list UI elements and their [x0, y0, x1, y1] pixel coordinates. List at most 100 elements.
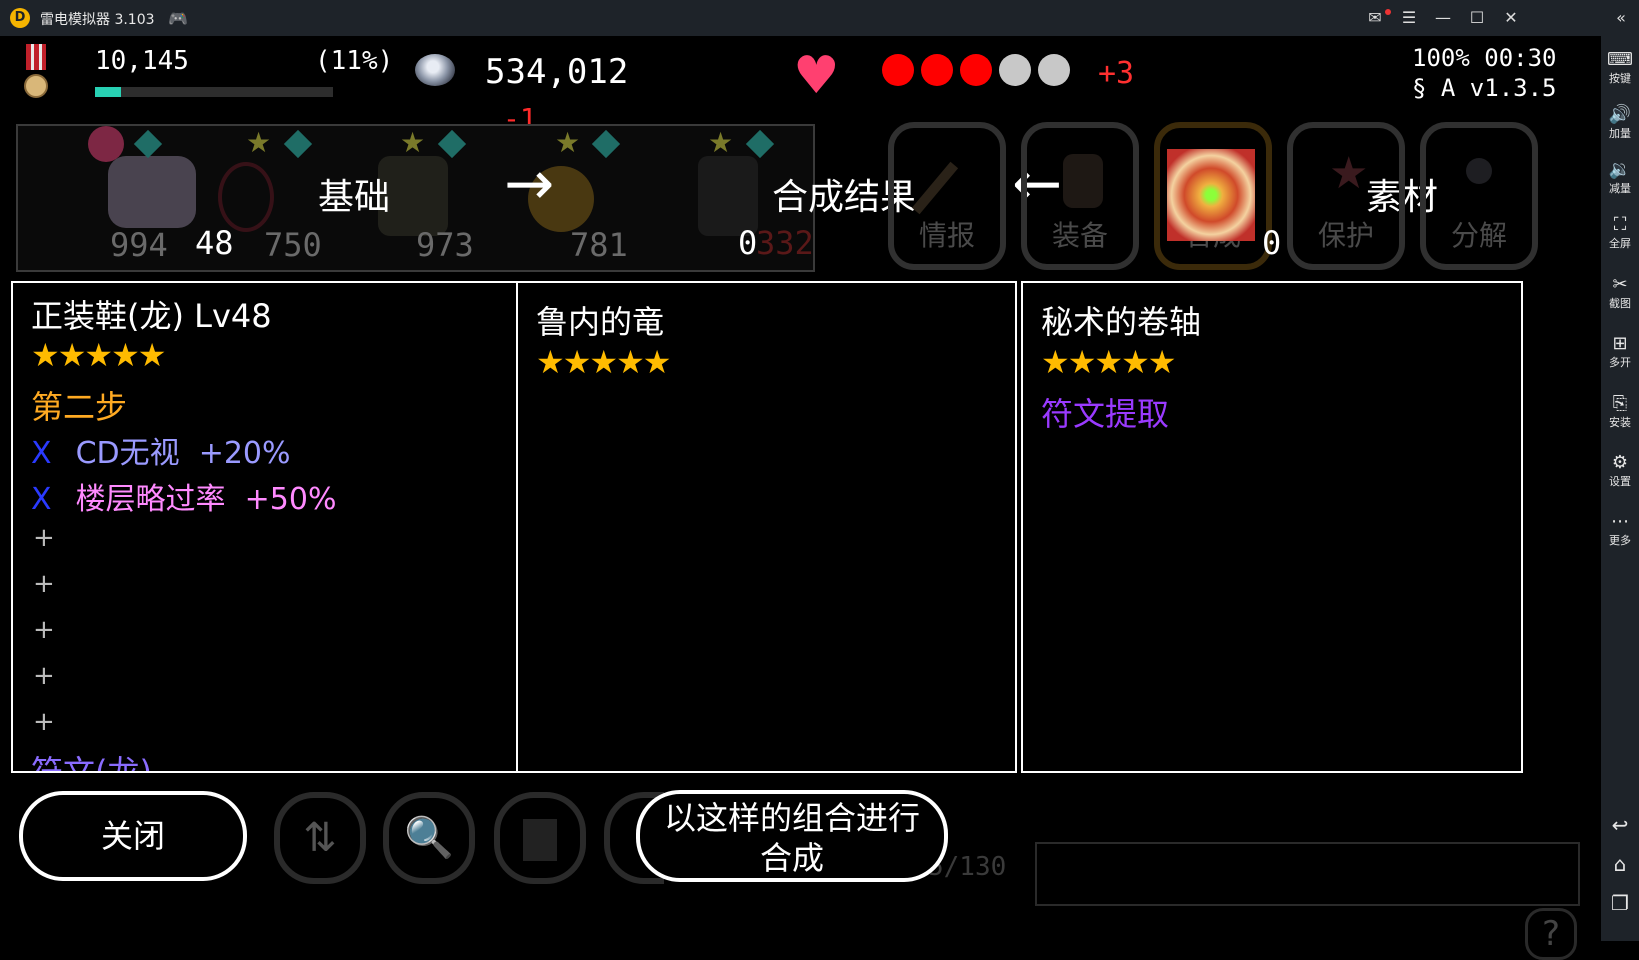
- sidebar-item-label: 安装: [1609, 416, 1631, 429]
- tab-label: 情报: [918, 219, 975, 252]
- sidebar-item-keymap[interactable]: ⌨ 按键: [1601, 44, 1639, 96]
- gem-icon: [591, 129, 621, 159]
- base-item-panel[interactable]: 正装鞋(龙) Lv48 ★★★★★ 第二步 X CD无视 +20% X 楼层略过率 …: [11, 281, 524, 773]
- sidebar-item-fullscreen[interactable]: ⛶ 全屏: [1601, 209, 1639, 261]
- sidebar-item-volume-down[interactable]: 🔉 减量: [1601, 154, 1639, 206]
- gem-icon: [283, 129, 313, 159]
- trash-button[interactable]: [494, 792, 586, 884]
- material-effect: 符文提取: [1041, 395, 1170, 433]
- base-item-title: 正装鞋(龙) Lv48: [31, 297, 272, 335]
- collapse-sidebar-icon[interactable]: «: [1606, 6, 1636, 30]
- gem-icon: [133, 129, 163, 159]
- result-item-panel[interactable]: 鲁内的竜 ★★★★★: [516, 281, 1017, 773]
- gem-icon: [437, 129, 467, 159]
- life-bonus: +3: [1098, 56, 1135, 91]
- item-count: 994: [110, 226, 168, 264]
- craft-step-label: 第二步: [31, 388, 128, 426]
- search-input[interactable]: [1035, 842, 1580, 906]
- search-button[interactable]: 🔍: [383, 792, 475, 884]
- material-item-stars: ★★★★★: [1041, 343, 1176, 381]
- version-status: § A v1.3.5: [1412, 74, 1557, 102]
- gem-currency-icon: [415, 54, 455, 86]
- sidebar-item-install[interactable]: ⎘ 安装: [1601, 388, 1639, 440]
- result-item-stars: ★★★★★: [536, 343, 671, 381]
- rune-label: 符文(龙): [31, 753, 152, 773]
- sidebar-item-label: 更多: [1609, 534, 1631, 547]
- combine-label-line2: 合成: [759, 839, 824, 877]
- sort-button[interactable]: ⇅: [274, 792, 366, 884]
- star-icon: ★: [555, 126, 581, 159]
- tab-label: 保护: [1317, 219, 1374, 252]
- battery-time-status: 100% 00:30: [1412, 44, 1557, 72]
- staff-icon: [911, 161, 959, 215]
- exp-percent: (11%): [315, 46, 394, 76]
- sidebar-item-settings[interactable]: ⚙ 设置: [1601, 447, 1639, 499]
- close-icon[interactable]: ✕: [1496, 6, 1526, 30]
- tab-info[interactable]: 情报: [888, 122, 1006, 270]
- sidebar-item-label: 减量: [1609, 182, 1631, 195]
- sidebar-item-more[interactable]: ⋯ 更多: [1601, 506, 1639, 558]
- recents-icon[interactable]: ❐: [1601, 886, 1639, 920]
- result-item-title: 鲁内的竜: [536, 303, 665, 341]
- sidebar-item-volume-up[interactable]: 🔊 加量: [1601, 99, 1639, 151]
- option-name: 楼层略过率: [75, 482, 226, 517]
- mail-icon[interactable]: ✉: [1360, 6, 1391, 30]
- option-value: +50%: [244, 482, 337, 517]
- option-mark: X: [31, 436, 52, 471]
- empty-option-slot: +: [33, 523, 55, 553]
- sidebar-item-multi-open[interactable]: ⊞ 多开: [1601, 328, 1639, 380]
- combine-craft-button[interactable]: 以这样的组合进行 合成: [636, 790, 948, 882]
- option-name: CD无视: [75, 436, 180, 471]
- empty-option-slot: +: [33, 615, 55, 645]
- exp-value: 10,145: [95, 46, 189, 76]
- option-mark: X: [31, 482, 52, 517]
- sidebar-item-label: 多开: [1609, 356, 1631, 369]
- currency-value: 534,012: [485, 52, 629, 92]
- arrow-right-icon: →: [504, 149, 555, 219]
- combine-label-line1: 以这样的组合进行: [663, 799, 920, 837]
- base-slot-label[interactable]: 基础: [318, 168, 390, 220]
- star-icon: ★: [400, 126, 426, 159]
- game-screen: 10,145 (11%) 534,012 -1 ♥ +3 100% 00:30 …: [0, 36, 1601, 960]
- life-dot: [882, 54, 914, 86]
- app-logo-icon: D: [10, 8, 30, 28]
- maximize-icon[interactable]: ☐: [1462, 6, 1492, 30]
- back-icon[interactable]: ↩: [1601, 808, 1639, 842]
- star-icon: ★: [708, 126, 734, 159]
- minimize-icon[interactable]: —: [1428, 6, 1458, 30]
- tab-decompose[interactable]: 分解: [1420, 122, 1538, 270]
- result-item-count: 0: [738, 224, 758, 262]
- base-item-count: 48: [195, 224, 234, 262]
- star-protect-icon: ★: [1329, 148, 1369, 199]
- gamepad-icon[interactable]: 🎮: [168, 9, 188, 28]
- emulator-sidebar: ⌨ 按键 🔊 加量 🔉 减量 ⛶ 全屏 ✂ 截图 ⊞ 多开 ⎘ 安装 ⚙ 设置 …: [1601, 36, 1639, 941]
- item-count: 973: [416, 226, 474, 264]
- craft-slot-row: ★ ★ ★ ★ 994 750 973 781: [16, 124, 815, 272]
- fullscreen-icon: ⛶: [1613, 214, 1627, 235]
- trash-icon: [523, 819, 557, 861]
- help-button[interactable]: ?: [1525, 908, 1577, 960]
- close-button[interactable]: 关闭: [19, 791, 247, 881]
- more-icon: ⋯: [1611, 511, 1629, 532]
- sidebar-item-label: 设置: [1609, 475, 1631, 488]
- sidebar-item-label: 截图: [1609, 297, 1631, 310]
- menu-icon[interactable]: ☰: [1394, 6, 1424, 30]
- life-dot: [921, 54, 953, 86]
- apk-install-icon: ⎘: [1612, 393, 1628, 414]
- volume-up-icon: 🔊: [1608, 104, 1632, 125]
- option-value: +20%: [198, 436, 291, 471]
- orb-icon: [1466, 158, 1492, 184]
- sidebar-item-screenshot[interactable]: ✂ 截图: [1601, 269, 1639, 321]
- item-count: 750: [264, 226, 322, 264]
- gear-icon: ⚙: [1611, 452, 1629, 473]
- window-title: 雷电模拟器 3.103: [40, 12, 155, 28]
- exp-progress-bar: [95, 87, 333, 97]
- home-icon[interactable]: ⌂: [1601, 847, 1639, 881]
- sidebar-item-label: 加量: [1609, 127, 1631, 140]
- tab-protect[interactable]: ★ 保护: [1287, 122, 1405, 270]
- empty-option-slot: +: [33, 661, 55, 691]
- tab-equip[interactable]: 装备: [1021, 122, 1139, 270]
- life-dot: [960, 54, 992, 86]
- sidebar-item-label: 按键: [1609, 72, 1631, 85]
- material-item-panel[interactable]: 秘术的卷轴 ★★★★★ 符文提取: [1021, 281, 1523, 773]
